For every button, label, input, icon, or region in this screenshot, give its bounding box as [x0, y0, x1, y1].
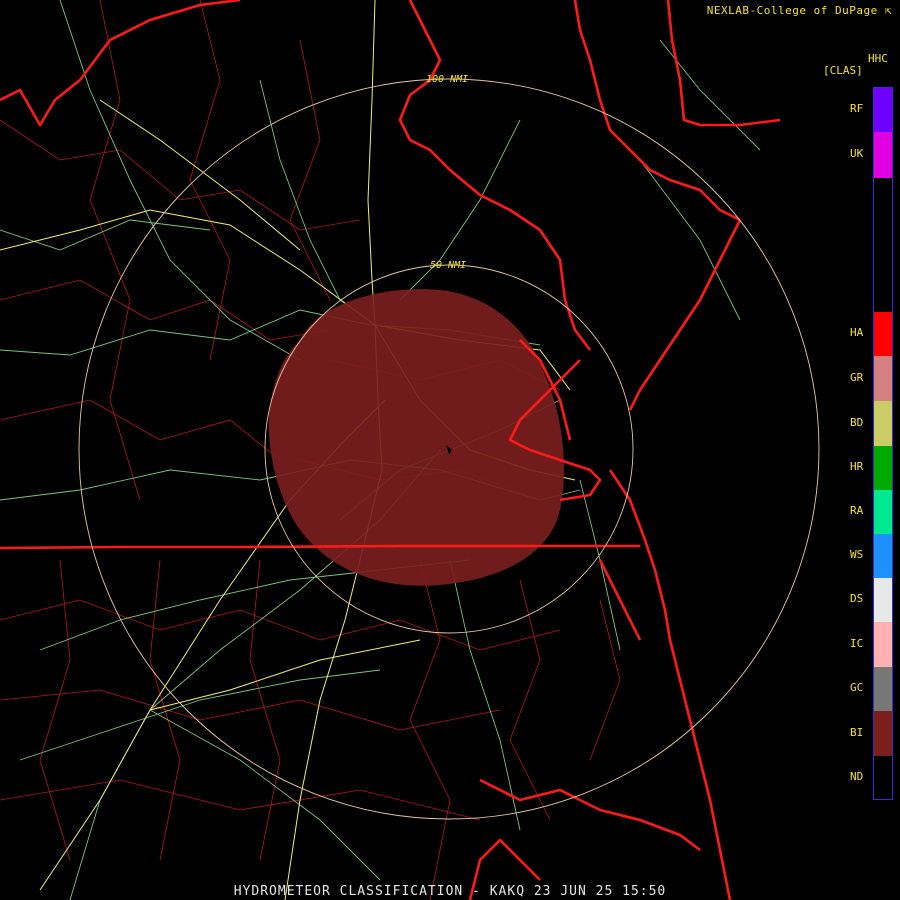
legend-swatch-bd [874, 401, 892, 446]
legend-label-rf: RF [850, 102, 864, 115]
legend-swatch-gr [874, 356, 892, 401]
footer-station: KAKQ [489, 884, 526, 899]
legend-label-hr: HR [850, 460, 864, 473]
legend-swatch-ws [874, 534, 892, 578]
legend-label-nd: ND [850, 769, 864, 783]
external-link-icon[interactable]: ⇱ [885, 4, 892, 17]
ring-label-100: 100 NMI [426, 74, 468, 85]
radar-echo [268, 289, 565, 586]
legend-label-ds: DS [850, 592, 864, 605]
legend-label-uk: UK [850, 147, 864, 160]
legend-label-ic: IC [850, 636, 864, 650]
legend-swatch-uk [874, 132, 892, 178]
credit-text: NEXLAB-College of DuPage ⇱ [707, 4, 892, 17]
legend-label-gc: GC [850, 681, 864, 694]
legend-label-gr: GR [850, 370, 864, 384]
legend-swatch-rf [874, 88, 892, 132]
footer-datetime: 23 JUN 25 15:50 [533, 884, 667, 899]
legend-label-ra: RA [850, 504, 864, 517]
product-units: [CLAS] [823, 64, 863, 77]
footer-separator: - [463, 884, 490, 899]
footer-caption: HYDROMETEOR CLASSIFICATION - KAKQ 23 JUN… [0, 884, 900, 899]
credit-label: NEXLAB-College of DuPage [706, 4, 878, 17]
legend-swatch-ra [874, 490, 892, 534]
legend-swatch-nd [874, 756, 892, 799]
legend-label-bd: BD [850, 415, 864, 429]
legend-swatch-ds [874, 578, 892, 622]
legend-label-bi: BI [850, 725, 864, 739]
legend-label-ws: WS [850, 548, 864, 561]
legend-swatch-ic [874, 622, 892, 667]
legend-label-ha: HA [850, 326, 864, 339]
radar-map[interactable]: 50 NMI 100 NMI [0, 0, 900, 900]
legend-colorbar [873, 87, 893, 800]
legend-swatch-gc [874, 667, 892, 711]
product-code: HHC [868, 52, 888, 65]
ring-label-50: 50 NMI [430, 260, 466, 271]
footer-product: HYDROMETEOR CLASSIFICATION [233, 884, 464, 899]
legend-swatch-hr [874, 446, 892, 490]
legend-swatch-bi [874, 711, 892, 756]
legend-swatch-ha [874, 312, 892, 356]
